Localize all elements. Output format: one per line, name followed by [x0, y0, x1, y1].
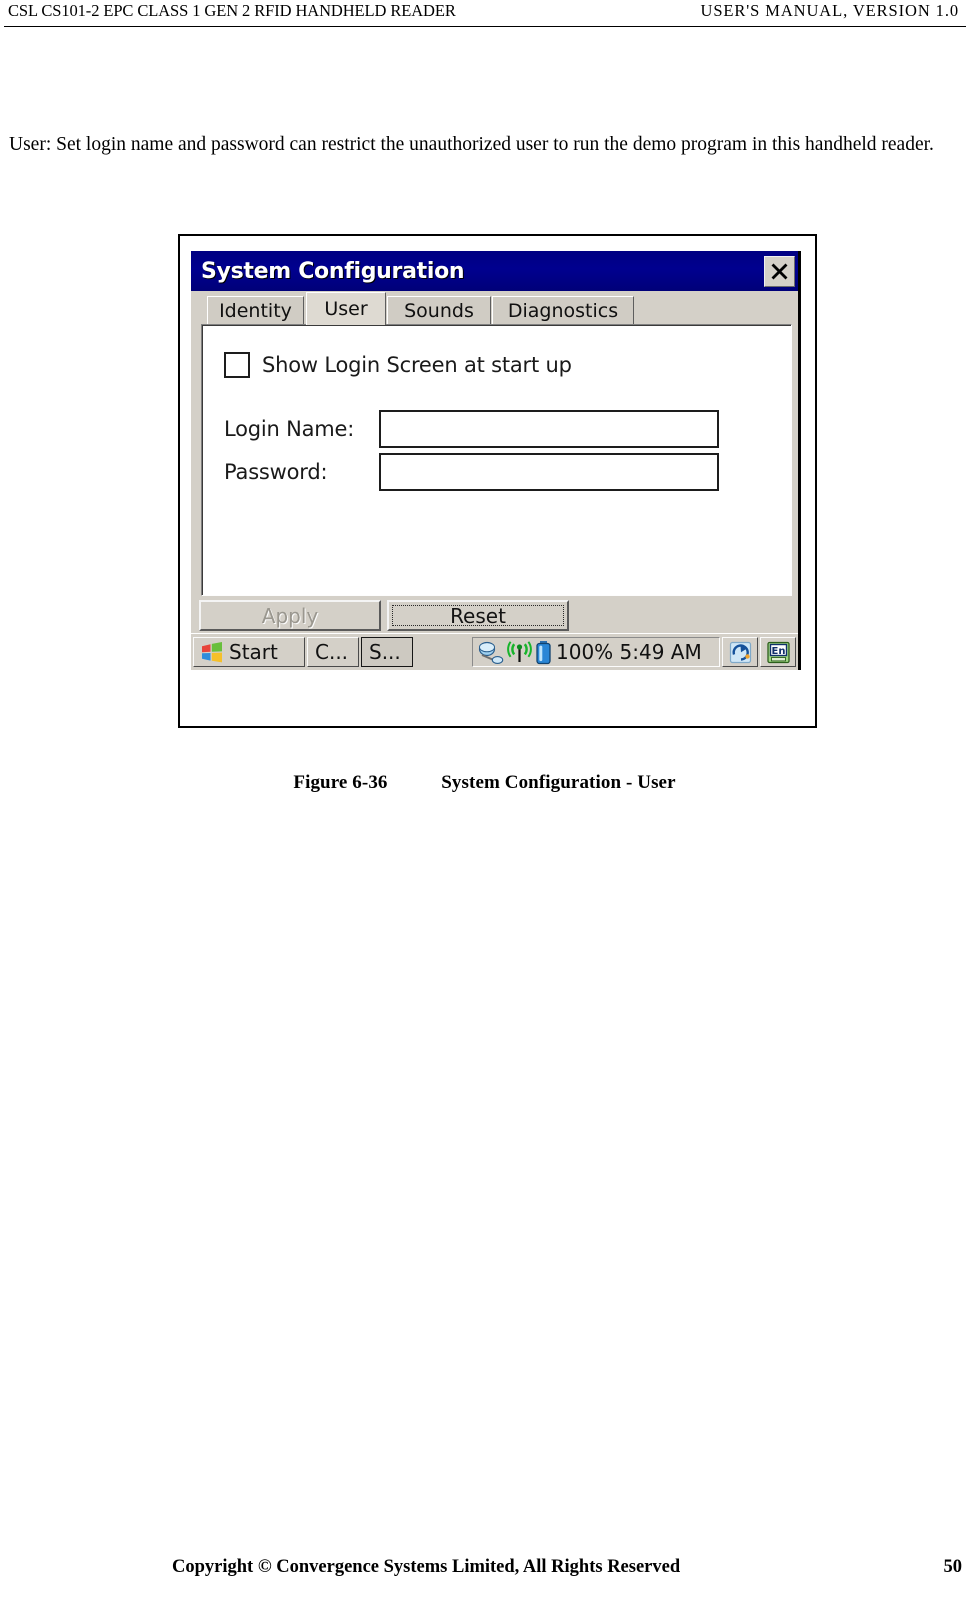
windows-flag-icon — [201, 641, 223, 663]
close-button[interactable] — [764, 255, 795, 287]
refresh-rotate-icon — [728, 640, 753, 665]
tab-user[interactable]: User — [306, 292, 386, 325]
taskbar: Start C... S... 100% 5:49 AM En — [191, 633, 798, 670]
tray-status-text: 100% 5:49 AM — [556, 640, 702, 664]
body-paragraph: User: Set login name and password can re… — [9, 133, 934, 155]
tab-identity[interactable]: Identity — [207, 296, 304, 325]
user-settings-panel: Show Login Screen at start up Login Name… — [201, 324, 792, 596]
reset-button[interactable]: Reset — [387, 600, 569, 631]
header-row: CSL CS101-2 EPC CLASS 1 GEN 2 RFID HANDH… — [8, 0, 961, 24]
figure-caption-title: System Configuration - User — [441, 772, 676, 793]
header-document-title: CSL CS101-2 EPC CLASS 1 GEN 2 RFID HANDH… — [8, 1, 456, 20]
footer-page-number: 50 — [943, 1557, 963, 1577]
figure-caption: Figure 6-36 System Configuration - User — [0, 772, 969, 794]
password-input[interactable] — [379, 453, 719, 491]
dialog-title: System Configuration — [201, 258, 465, 284]
tab-diagnostics[interactable]: Diagnostics — [492, 296, 634, 325]
reset-button-label: Reset — [450, 603, 506, 628]
tab-strip: Identity User Sounds Diagnostics — [191, 291, 798, 325]
password-label: Password: — [224, 460, 328, 484]
password-row: Password: — [224, 453, 719, 491]
refresh-rotate-icon-button[interactable] — [722, 637, 758, 667]
apply-button[interactable]: Apply — [199, 600, 381, 631]
page-footer: Copyright © Convergence Systems Limited,… — [0, 1557, 969, 1587]
input-language-button[interactable]: En — [760, 637, 796, 667]
figure-caption-number: Figure 6-36 — [293, 772, 388, 793]
start-button[interactable]: Start — [193, 637, 305, 667]
footer-row: Copyright © Convergence Systems Limited,… — [172, 1557, 962, 1578]
login-name-label: Login Name: — [224, 417, 355, 441]
dialog-titlebar: System Configuration — [191, 251, 798, 291]
network-connection-icon[interactable] — [477, 641, 504, 664]
dialog-button-row: Apply Reset — [199, 600, 796, 631]
header-manual-version: USER'S MANUAL, VERSION 1.0 — [700, 1, 959, 20]
start-button-label: Start — [229, 640, 278, 664]
show-login-screen-row[interactable]: Show Login Screen at start up — [224, 352, 572, 378]
taskbar-task-button-s[interactable]: S... — [361, 637, 413, 667]
header-divider — [4, 26, 966, 27]
footer-copyright: Copyright © Convergence Systems Limited,… — [172, 1557, 681, 1577]
svg-text:En: En — [771, 646, 785, 657]
system-tray: 100% 5:49 AM — [472, 637, 720, 667]
taskbar-spacer — [413, 634, 472, 670]
tab-sounds[interactable]: Sounds — [387, 296, 491, 325]
show-login-screen-label: Show Login Screen at start up — [262, 353, 572, 377]
login-name-input[interactable] — [379, 410, 719, 448]
wireless-signal-icon[interactable] — [507, 640, 532, 664]
page-header: CSL CS101-2 EPC CLASS 1 GEN 2 RFID HANDH… — [0, 0, 969, 28]
login-name-row: Login Name: — [224, 410, 719, 448]
figure-screenshot-frame: System Configuration Identity User Sound… — [178, 234, 817, 728]
system-configuration-dialog: System Configuration Identity User Sound… — [191, 251, 801, 670]
taskbar-task-button-c[interactable]: C... — [307, 637, 359, 667]
input-language-en-icon: En — [766, 640, 791, 665]
battery-icon[interactable] — [535, 640, 552, 665]
close-icon — [770, 262, 789, 281]
show-login-screen-checkbox[interactable] — [224, 352, 250, 378]
